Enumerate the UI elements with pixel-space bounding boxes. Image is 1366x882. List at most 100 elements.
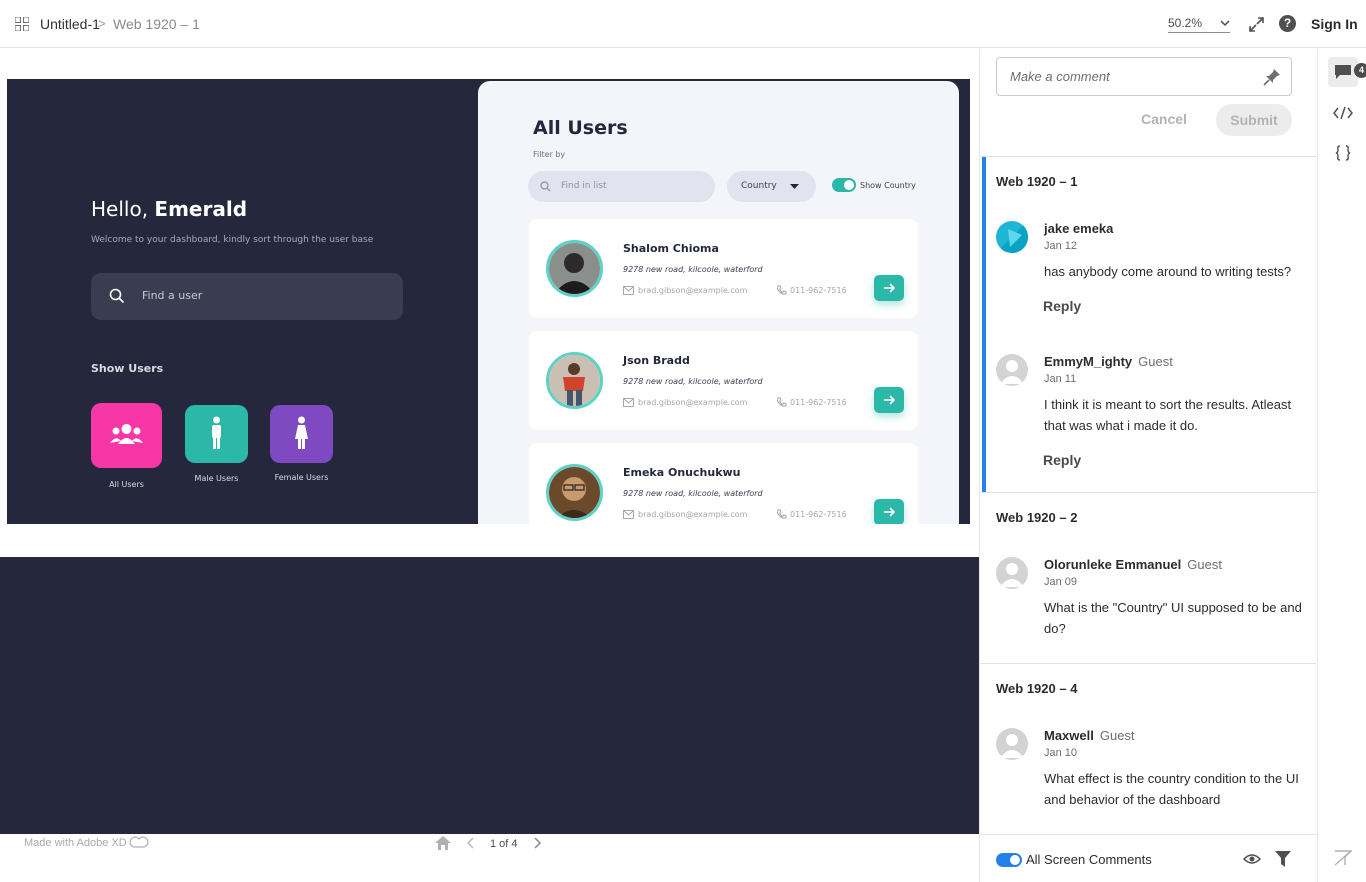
page-indicator: 1 of 4 — [490, 838, 518, 850]
reply-button[interactable]: Reply — [1043, 452, 1081, 468]
reply-button[interactable]: Reply — [1043, 298, 1081, 314]
user-name: Json Bradd — [623, 354, 690, 367]
guest-badge: Guest — [1187, 557, 1222, 572]
all-users-button[interactable] — [91, 403, 162, 468]
avatar — [996, 221, 1028, 253]
user-name: Shalom Chioma — [623, 242, 719, 255]
country-label: Country — [741, 181, 777, 191]
specs-tab[interactable] — [1328, 138, 1358, 168]
find-user-placeholder: Find a user — [142, 289, 203, 302]
find-in-list-input[interactable]: Find in list — [528, 171, 715, 202]
user-email: brad.gibson@example.com — [638, 398, 748, 407]
fullscreen-icon[interactable] — [1248, 16, 1265, 33]
comment-text: What is the "Country" UI supposed to be … — [1044, 600, 1302, 636]
find-user-search[interactable]: Find a user — [91, 273, 403, 320]
phone-icon — [776, 509, 787, 519]
eye-icon[interactable] — [1243, 853, 1261, 865]
male-users-button[interactable] — [185, 405, 248, 463]
comment-date: Jan 09 — [1044, 576, 1078, 588]
female-users-button[interactable] — [270, 405, 333, 463]
avatar — [546, 352, 603, 409]
chevron-left-icon[interactable] — [466, 836, 476, 850]
user-phone: 011-962-7516 — [790, 398, 847, 407]
avatar — [996, 728, 1028, 760]
phone-icon — [776, 285, 787, 295]
home-icon[interactable] — [434, 835, 452, 851]
breadcrumb-file[interactable]: Untitled-1 — [40, 16, 100, 32]
all-users-panel: All Users Filter by Find in list Country… — [478, 81, 959, 524]
user-phone: 011-962-7516 — [790, 286, 847, 295]
search-icon — [109, 288, 125, 304]
welcome-text: Welcome to your dashboard, kindly sort t… — [91, 235, 374, 245]
avatar — [546, 464, 603, 521]
grid-menu-icon[interactable] — [15, 17, 29, 31]
show-country-toggle[interactable] — [832, 178, 856, 192]
comment-author: EmmyM_ighty Guest — [1044, 354, 1173, 369]
filter-by-label: Filter by — [533, 150, 566, 159]
code-tab[interactable] — [1328, 98, 1358, 128]
male-users-label: Male Users — [194, 474, 239, 483]
caret-down-icon — [790, 184, 799, 189]
all-users-title: All Users — [533, 117, 628, 139]
female-icon — [295, 416, 308, 449]
help-icon[interactable]: ? — [1279, 15, 1296, 32]
user-name: Emeka Onuchukwu — [623, 466, 741, 479]
guest-badge: Guest — [1138, 354, 1173, 369]
author-name: Olorunleke Emmanuel — [1044, 557, 1182, 572]
comment-date: Jan 10 — [1044, 747, 1078, 759]
all-screen-comments-toggle[interactable] — [996, 853, 1022, 867]
comment-input[interactable]: Make a comment — [996, 57, 1292, 96]
comment-count-badge: 4 — [1354, 63, 1366, 78]
country-dropdown[interactable]: Country — [727, 171, 816, 202]
comment-group-title[interactable]: Web 1920 – 4 — [996, 681, 1077, 696]
user-card[interactable]: Json Bradd 9278 new road, kilcoole, wate… — [529, 331, 918, 430]
open-user-button[interactable] — [874, 499, 904, 524]
author-name: Maxwell — [1044, 728, 1094, 743]
author-name: EmmyM_ighty — [1044, 354, 1133, 369]
open-user-button[interactable] — [874, 275, 904, 301]
arrow-right-icon — [884, 283, 896, 293]
sign-in-link[interactable]: Sign In — [1311, 16, 1358, 32]
filter-icon[interactable] — [1275, 851, 1291, 868]
user-address: 9278 new road, kilcoole, waterford — [623, 377, 763, 386]
comment-text: I think it is meant to sort the results.… — [1044, 397, 1292, 433]
next-artboard-preview — [0, 557, 979, 834]
filter-flag-icon[interactable] — [1334, 850, 1352, 866]
avatar — [996, 557, 1028, 589]
submit-button[interactable]: Submit — [1216, 104, 1292, 136]
show-users-heading: Show Users — [91, 362, 164, 375]
chevron-right-icon[interactable] — [532, 836, 542, 850]
greeting: Hello, Emerald — [91, 197, 247, 221]
guest-badge: Guest — [1099, 728, 1135, 743]
comment-placeholder: Make a comment — [1010, 69, 1110, 84]
greeting-name: Emerald — [154, 197, 248, 221]
user-card[interactable]: Shalom Chioma 9278 new road, kilcoole, w… — [529, 219, 918, 318]
avatar — [996, 354, 1028, 386]
mail-icon — [623, 510, 634, 519]
divider — [980, 492, 1316, 493]
pin-icon[interactable] — [1263, 68, 1281, 86]
viewer-footer: Made with Adobe XD 1 of 4 — [0, 834, 979, 882]
female-users-label: Female Users — [274, 473, 329, 482]
comments-panel: Make a comment Cancel Submit Web 1920 – … — [979, 49, 1317, 882]
mail-icon — [623, 286, 634, 295]
user-email: brad.gibson@example.com — [638, 510, 748, 519]
comment-date: Jan 11 — [1044, 373, 1077, 385]
comment-author: Olorunleke Emmanuel Guest — [1044, 557, 1222, 572]
user-address: 9278 new road, kilcoole, waterford — [623, 489, 763, 498]
arrow-right-icon — [884, 395, 896, 405]
search-icon — [540, 181, 551, 192]
open-user-button[interactable] — [874, 387, 904, 413]
code-icon — [1333, 106, 1353, 120]
user-card[interactable]: Emeka Onuchukwu 9278 new road, kilcoole,… — [529, 443, 918, 524]
comment-group-title[interactable]: Web 1920 – 1 — [996, 174, 1077, 189]
mail-icon — [623, 398, 634, 407]
chevron-down-icon[interactable] — [1220, 16, 1230, 30]
comment-icon — [1335, 65, 1351, 79]
cancel-button[interactable]: Cancel — [1141, 111, 1187, 127]
right-rail: 4 — [1317, 49, 1366, 882]
comment-group-title[interactable]: Web 1920 – 2 — [996, 510, 1077, 525]
comments-tab[interactable]: 4 — [1328, 57, 1366, 87]
all-users-label: All Users — [109, 480, 144, 489]
made-with-xd: Made with Adobe XD — [24, 837, 127, 849]
